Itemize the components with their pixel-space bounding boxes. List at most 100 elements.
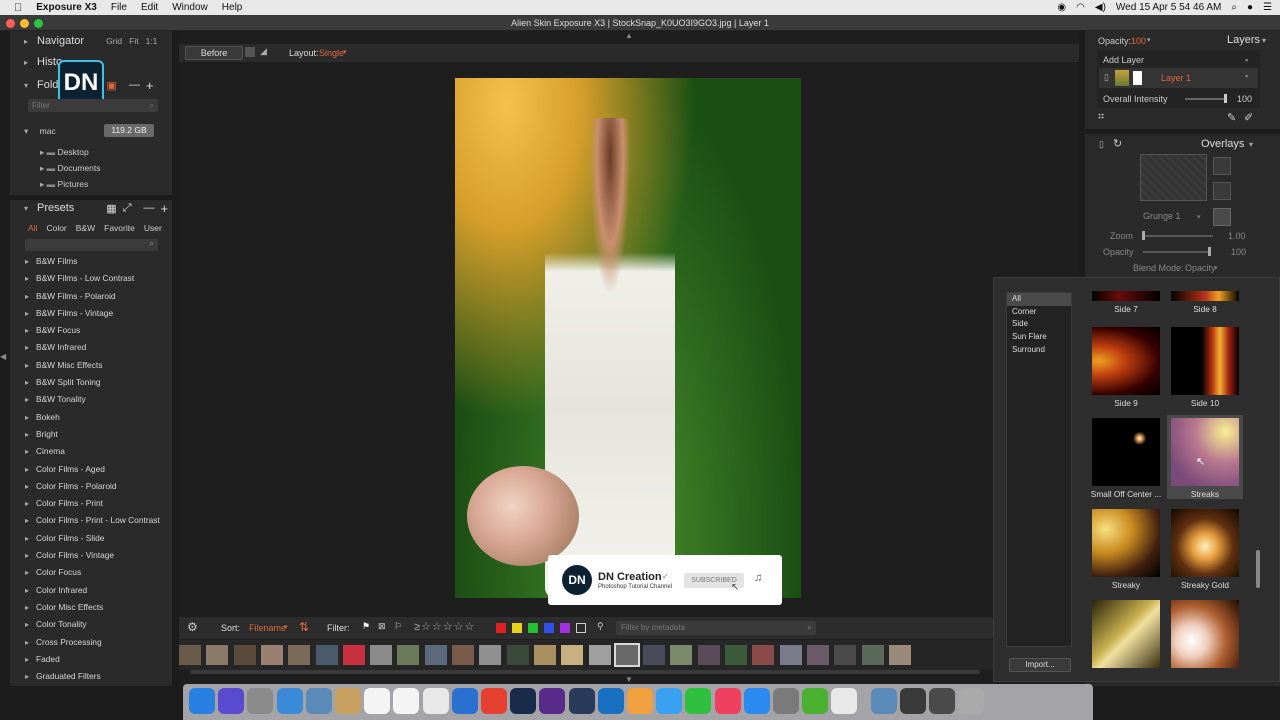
filmstrip-thumbnail[interactable] <box>725 645 747 665</box>
menu-app-name[interactable]: Exposure X3 <box>36 2 97 13</box>
preset-category[interactable]: Bokeh <box>18 409 168 427</box>
tab-user[interactable]: User <box>144 223 162 233</box>
filmstrip-thumbnail[interactable] <box>206 645 229 665</box>
filmstrip-thumbnail[interactable] <box>888 645 911 665</box>
canvas-bottom-arrow[interactable]: ▼ <box>625 675 633 684</box>
preset-category[interactable]: Color Films - Print - Low Contrast <box>18 512 168 530</box>
edge-button[interactable] <box>1213 208 1231 226</box>
overlay-category-item[interactable]: All <box>1007 293 1071 306</box>
remove-icon[interactable]: — <box>129 79 140 91</box>
preset-category[interactable]: Color Films - Slide <box>18 530 168 548</box>
preset-category[interactable]: Color Focus <box>18 564 168 582</box>
preset-category[interactable]: Color Misc Effects <box>18 599 168 617</box>
record-icon[interactable]: ◉ <box>1057 2 1066 13</box>
folder-item[interactable]: ▸ ▬ Documents <box>10 160 172 176</box>
canvas-top-arrow[interactable]: ▲ <box>625 31 633 40</box>
screenshot-icon[interactable] <box>899 688 926 714</box>
expand-view-icon[interactable]: ⤢ <box>123 202 132 215</box>
filmstrip-thumbnail[interactable] <box>479 645 502 665</box>
slider-handle[interactable] <box>1224 94 1227 103</box>
preset-category[interactable]: B&W Films <box>18 253 168 271</box>
add-icon[interactable]: + <box>146 78 154 93</box>
calendar-icon[interactable] <box>364 688 391 714</box>
ar-app-icon[interactable] <box>451 688 478 714</box>
preset-search-input[interactable]: ⌕ <box>25 238 158 251</box>
visibility-icon[interactable]: ▯ <box>1104 72 1109 83</box>
nav-fit-tab[interactable]: Fit <box>129 36 138 46</box>
overlay-thumb[interactable] <box>1092 600 1160 668</box>
slider-handle[interactable] <box>1208 247 1211 256</box>
drive-row[interactable]: ▾ mac 119.2 GB <box>24 123 164 139</box>
metadata-search-icon[interactable]: ⚲ <box>597 621 604 632</box>
bell-icon[interactable]: ♫ <box>754 572 762 584</box>
opacity-dropdown[interactable]: 100 <box>1131 36 1146 46</box>
menu-edit[interactable]: Edit <box>141 2 158 13</box>
app-store-icon[interactable] <box>743 688 770 714</box>
photoshop-icon[interactable] <box>510 688 537 714</box>
menu-icon[interactable]: ▪ <box>1245 71 1248 81</box>
color-label-blue[interactable] <box>544 623 554 633</box>
preset-category[interactable]: Color Tonality <box>18 616 168 634</box>
menu-icon[interactable]: ▪ <box>1245 55 1248 65</box>
nav-grid-tab[interactable]: Grid <box>106 36 122 46</box>
filmstrip-thumbnail[interactable] <box>260 645 283 665</box>
menu-help[interactable]: Help <box>222 2 243 13</box>
tab-bw[interactable]: B&W <box>76 223 95 233</box>
filmstrip-thumbnail[interactable] <box>179 645 201 665</box>
preview-doc-icon[interactable] <box>831 688 858 714</box>
overall-intensity-slider[interactable] <box>1185 98 1227 100</box>
preset-category[interactable]: Color Infrared <box>18 582 168 600</box>
zoom-slider[interactable] <box>1143 235 1213 237</box>
slider-handle[interactable] <box>1142 231 1145 240</box>
preset-category[interactable]: Cross Processing <box>18 634 168 652</box>
music-icon[interactable] <box>714 688 741 714</box>
filmstrip-thumbnail[interactable] <box>643 645 666 665</box>
siri-icon[interactable] <box>218 688 245 714</box>
preset-category[interactable]: Bright <box>18 426 168 444</box>
zoom-window-icon[interactable] <box>34 19 43 28</box>
before-button[interactable]: Before <box>185 46 243 60</box>
add-layer-button[interactable]: Add Layer <box>1103 55 1144 65</box>
triangle-icon[interactable]: ◢ <box>260 46 267 57</box>
preview-icon[interactable] <box>305 688 332 714</box>
crop-icon[interactable]: ⌗ <box>1098 111 1104 124</box>
settings-gear-icon[interactable]: ⚙ <box>187 620 198 634</box>
textedit-icon[interactable] <box>393 688 420 714</box>
rating-filter-stars[interactable]: ≥☆☆☆☆☆ <box>414 620 475 633</box>
preset-category[interactable]: Faded <box>18 651 168 669</box>
overlay-thumb[interactable] <box>1092 418 1160 486</box>
chevron-down-icon[interactable]: ▾ <box>1249 140 1253 149</box>
filmstrip-thumbnail[interactable] <box>588 645 611 665</box>
color-label-red[interactable] <box>496 623 506 633</box>
lightroom-icon[interactable] <box>568 688 595 714</box>
pencil-icon[interactable]: ✎ <box>1227 111 1236 124</box>
wifi-icon[interactable]: ◠ <box>1076 2 1085 13</box>
notes-icon[interactable] <box>335 688 361 714</box>
folder-action-icon[interactable]: ▣ <box>106 79 116 92</box>
layout-dropdown[interactable]: Single <box>319 48 344 58</box>
sort-dropdown[interactable]: Filename <box>249 623 286 633</box>
filmstrip-thumbnail[interactable] <box>315 645 338 665</box>
system-prefs-icon[interactable] <box>773 688 799 714</box>
layer-row[interactable]: ▯ Layer 1 ▪ <box>1099 68 1258 88</box>
filmstrip-thumbnail[interactable] <box>561 645 584 665</box>
color-label-yellow[interactable] <box>512 623 522 633</box>
layers-title[interactable]: Layers <box>1227 34 1260 46</box>
preset-category[interactable]: Color Films - Vintage <box>18 547 168 565</box>
chrome-icon[interactable] <box>481 688 507 714</box>
filmstrip-thumbnail[interactable] <box>506 645 529 665</box>
menu-list-icon[interactable]: ☰ <box>1263 2 1272 13</box>
photos-icon[interactable] <box>627 688 653 714</box>
add-icon[interactable]: + <box>161 201 169 216</box>
overlay-thumb[interactable] <box>1171 327 1239 395</box>
overlay-name[interactable]: Grunge 1 <box>1143 211 1181 221</box>
grid-view-icon[interactable]: ▦ <box>106 202 116 215</box>
trash-icon[interactable] <box>958 688 985 714</box>
overlay-thumb[interactable] <box>1092 291 1160 301</box>
after-effects-icon[interactable] <box>539 688 566 714</box>
menu-file[interactable]: File <box>111 2 127 13</box>
folder-item[interactable]: ▸ ▬ Desktop <box>10 144 172 160</box>
volume-icon[interactable]: ◀) <box>1095 2 1106 13</box>
edge-icon[interactable] <box>597 688 624 714</box>
filmstrip-scrollbar[interactable] <box>190 670 980 674</box>
